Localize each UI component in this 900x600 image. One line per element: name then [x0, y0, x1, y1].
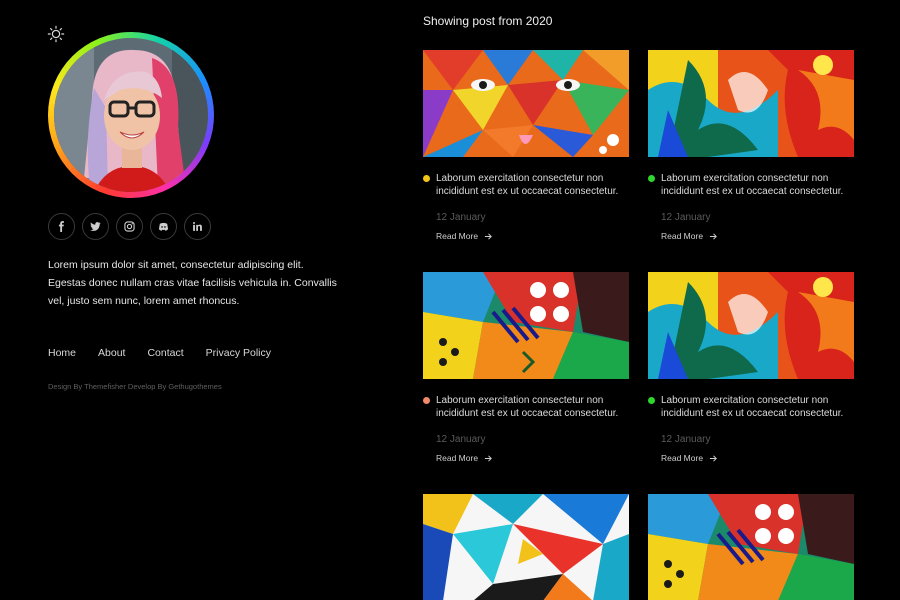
post-thumbnail[interactable] — [648, 494, 854, 600]
post-card — [423, 494, 629, 600]
nav-link-privacy-policy[interactable]: Privacy Policy — [206, 347, 271, 359]
post-thumbnail[interactable] — [648, 50, 854, 157]
post-date: 12 January — [436, 212, 486, 223]
post-title-line: incididunt est ex ut occaecat consectetu… — [436, 408, 619, 419]
post-thumbnail-image — [648, 50, 854, 157]
read-more-label: Read More — [661, 231, 704, 241]
post-title[interactable]: Laborum exercitation consectetur non inc… — [423, 394, 629, 420]
page-title: Showing post from 2020 — [423, 14, 553, 28]
post-date: 12 January — [436, 434, 486, 445]
arrow-right-icon — [709, 232, 717, 240]
post-title-line: Laborum exercitation consectetur non — [661, 173, 829, 184]
read-more-label: Read More — [661, 453, 704, 463]
bio-line: vel, justo sem nunc, lorem amet rhoncus. — [48, 295, 240, 307]
category-dot — [648, 397, 655, 404]
post-title-line: Laborum exercitation consectetur non — [661, 395, 829, 406]
avatar-ring — [48, 32, 214, 198]
footer-nav: Home About Contact Privacy Policy — [48, 347, 271, 359]
page: Lorem ipsum dolor sit amet, consectetur … — [0, 0, 900, 600]
post-title-line: incididunt est ex ut occaecat consectetu… — [661, 186, 844, 197]
post-date: 12 January — [661, 434, 711, 445]
post-thumbnail[interactable] — [423, 272, 629, 379]
read-more-link[interactable]: Read More — [648, 453, 854, 463]
instagram-icon[interactable] — [116, 213, 143, 240]
post-card: Laborum exercitation consectetur non inc… — [648, 50, 854, 241]
bio-line: Lorem ipsum dolor sit amet, consectetur … — [48, 259, 304, 271]
read-more-link[interactable]: Read More — [423, 453, 629, 463]
post-date: 12 January — [661, 212, 711, 223]
nav-link-home[interactable]: Home — [48, 347, 76, 359]
post-card — [648, 494, 854, 600]
post-title-line: Laborum exercitation consectetur non — [436, 173, 604, 184]
post-title[interactable]: Laborum exercitation consectetur non inc… — [423, 172, 629, 198]
category-dot — [648, 175, 655, 182]
post-thumbnail-image — [648, 272, 854, 379]
bio: Lorem ipsum dolor sit amet, consectetur … — [48, 256, 348, 310]
post-thumbnail[interactable] — [423, 50, 629, 157]
nav-link-contact[interactable]: Contact — [147, 347, 183, 359]
social-links — [48, 213, 211, 240]
post-title-line: incididunt est ex ut occaecat consectetu… — [436, 186, 619, 197]
nav-link-about[interactable]: About — [98, 347, 125, 359]
arrow-right-icon — [484, 232, 492, 240]
category-dot — [423, 175, 430, 182]
arrow-right-icon — [709, 454, 717, 462]
twitter-icon[interactable] — [82, 213, 109, 240]
linkedin-icon[interactable] — [184, 213, 211, 240]
post-thumbnail[interactable] — [648, 272, 854, 379]
category-dot — [423, 397, 430, 404]
post-card: Laborum exercitation consectetur non inc… — [648, 272, 854, 463]
sun-icon[interactable] — [47, 25, 65, 43]
post-thumbnail-image — [423, 50, 629, 157]
read-more-link[interactable]: Read More — [648, 231, 854, 241]
post-thumbnail-image — [648, 494, 854, 600]
arrow-right-icon — [484, 454, 492, 462]
bio-line: Egestas donec nullam cras vitae facilisi… — [48, 277, 337, 289]
post-thumbnail-image — [423, 272, 629, 379]
discord-icon[interactable] — [150, 213, 177, 240]
post-title-line: incididunt est ex ut occaecat consectetu… — [661, 408, 844, 419]
post-card: Laborum exercitation consectetur non inc… — [423, 50, 629, 241]
post-title[interactable]: Laborum exercitation consectetur non inc… — [648, 394, 854, 420]
post-thumbnail-image — [423, 494, 629, 600]
avatar — [54, 38, 208, 192]
post-title-line: Laborum exercitation consectetur non — [436, 395, 604, 406]
read-more-link[interactable]: Read More — [423, 231, 629, 241]
post-title[interactable]: Laborum exercitation consectetur non inc… — [648, 172, 854, 198]
facebook-icon[interactable] — [48, 213, 75, 240]
credit-text: Design By Themefisher Develop By Gethugo… — [48, 382, 222, 391]
read-more-label: Read More — [436, 453, 479, 463]
post-card: Laborum exercitation consectetur non inc… — [423, 272, 629, 463]
read-more-label: Read More — [436, 231, 479, 241]
post-thumbnail[interactable] — [423, 494, 629, 600]
